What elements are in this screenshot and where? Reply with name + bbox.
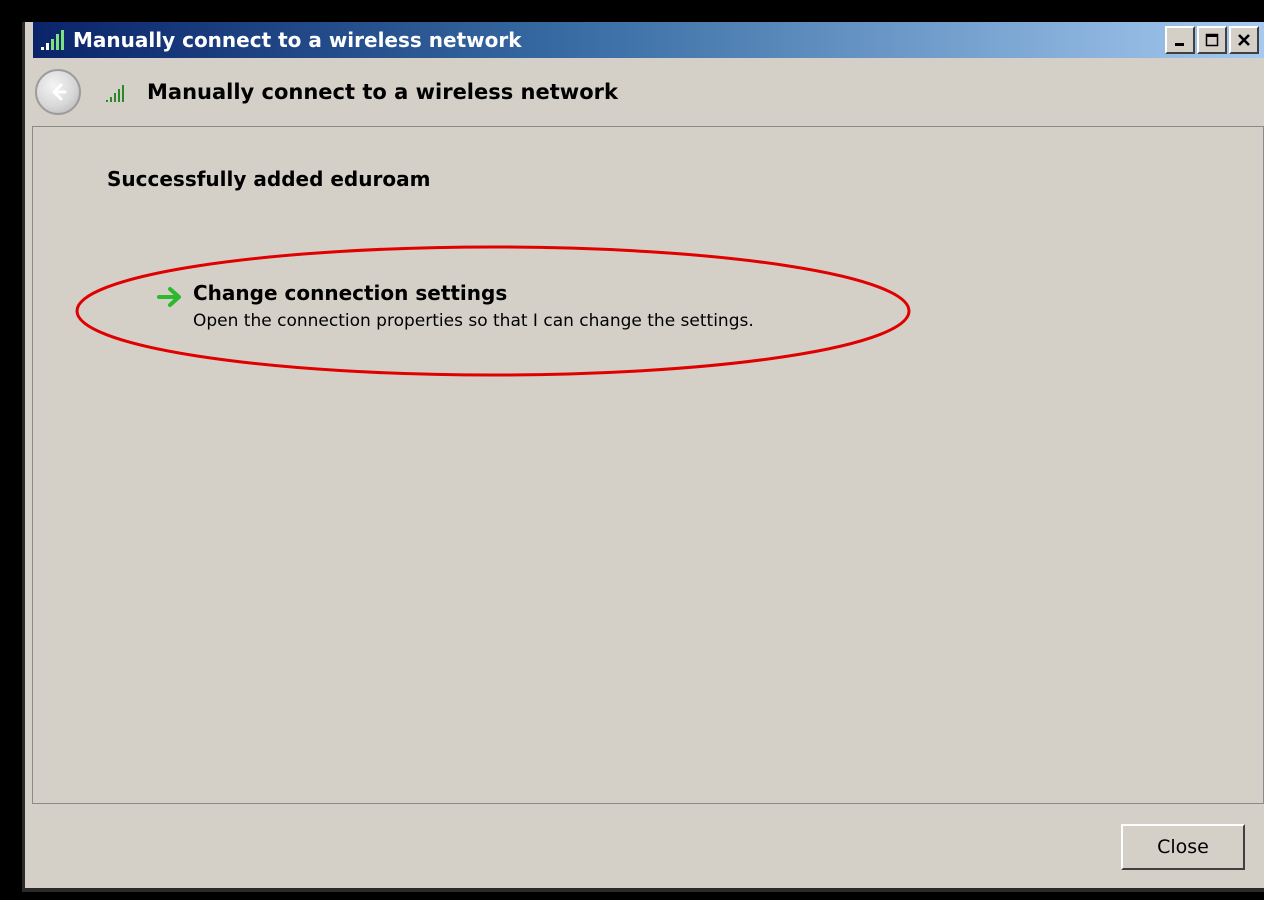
minimize-icon bbox=[1175, 43, 1184, 46]
success-message: Successfully added eduroam bbox=[107, 167, 431, 191]
change-settings-texts: Change connection settings Open the conn… bbox=[193, 281, 754, 331]
title-bar[interactable]: Manually connect to a wireless network bbox=[33, 22, 1264, 58]
dialog-footer: Close bbox=[33, 804, 1264, 892]
maximize-icon bbox=[1205, 33, 1219, 47]
maximize-button[interactable] bbox=[1197, 26, 1227, 54]
wireless-signal-icon bbox=[105, 81, 133, 103]
change-settings-title: Change connection settings bbox=[193, 281, 508, 305]
change-settings-description: Open the connection properties so that I… bbox=[193, 311, 754, 331]
close-button[interactable]: Close bbox=[1121, 824, 1245, 870]
back-button[interactable] bbox=[35, 69, 81, 115]
wizard-title: Manually connect to a wireless network bbox=[147, 80, 618, 104]
screen: Manually connect to a wireless network M… bbox=[0, 0, 1264, 900]
minimize-button[interactable] bbox=[1165, 26, 1195, 54]
wizard-header: Manually connect to a wireless network bbox=[33, 58, 1264, 126]
window-title: Manually connect to a wireless network bbox=[73, 28, 522, 52]
close-icon bbox=[1238, 34, 1250, 46]
content-panel: Successfully added eduroam Change connec… bbox=[32, 126, 1264, 804]
green-arrow-icon bbox=[153, 283, 187, 311]
wireless-signal-icon bbox=[37, 27, 71, 53]
dialog-window: Manually connect to a wireless network M… bbox=[22, 22, 1264, 892]
window-bottom-edge bbox=[25, 888, 1264, 892]
close-window-button[interactable] bbox=[1229, 26, 1259, 54]
change-connection-settings-link[interactable]: Change connection settings Open the conn… bbox=[153, 281, 754, 331]
window-controls bbox=[1165, 26, 1259, 54]
back-arrow-icon bbox=[52, 83, 67, 101]
